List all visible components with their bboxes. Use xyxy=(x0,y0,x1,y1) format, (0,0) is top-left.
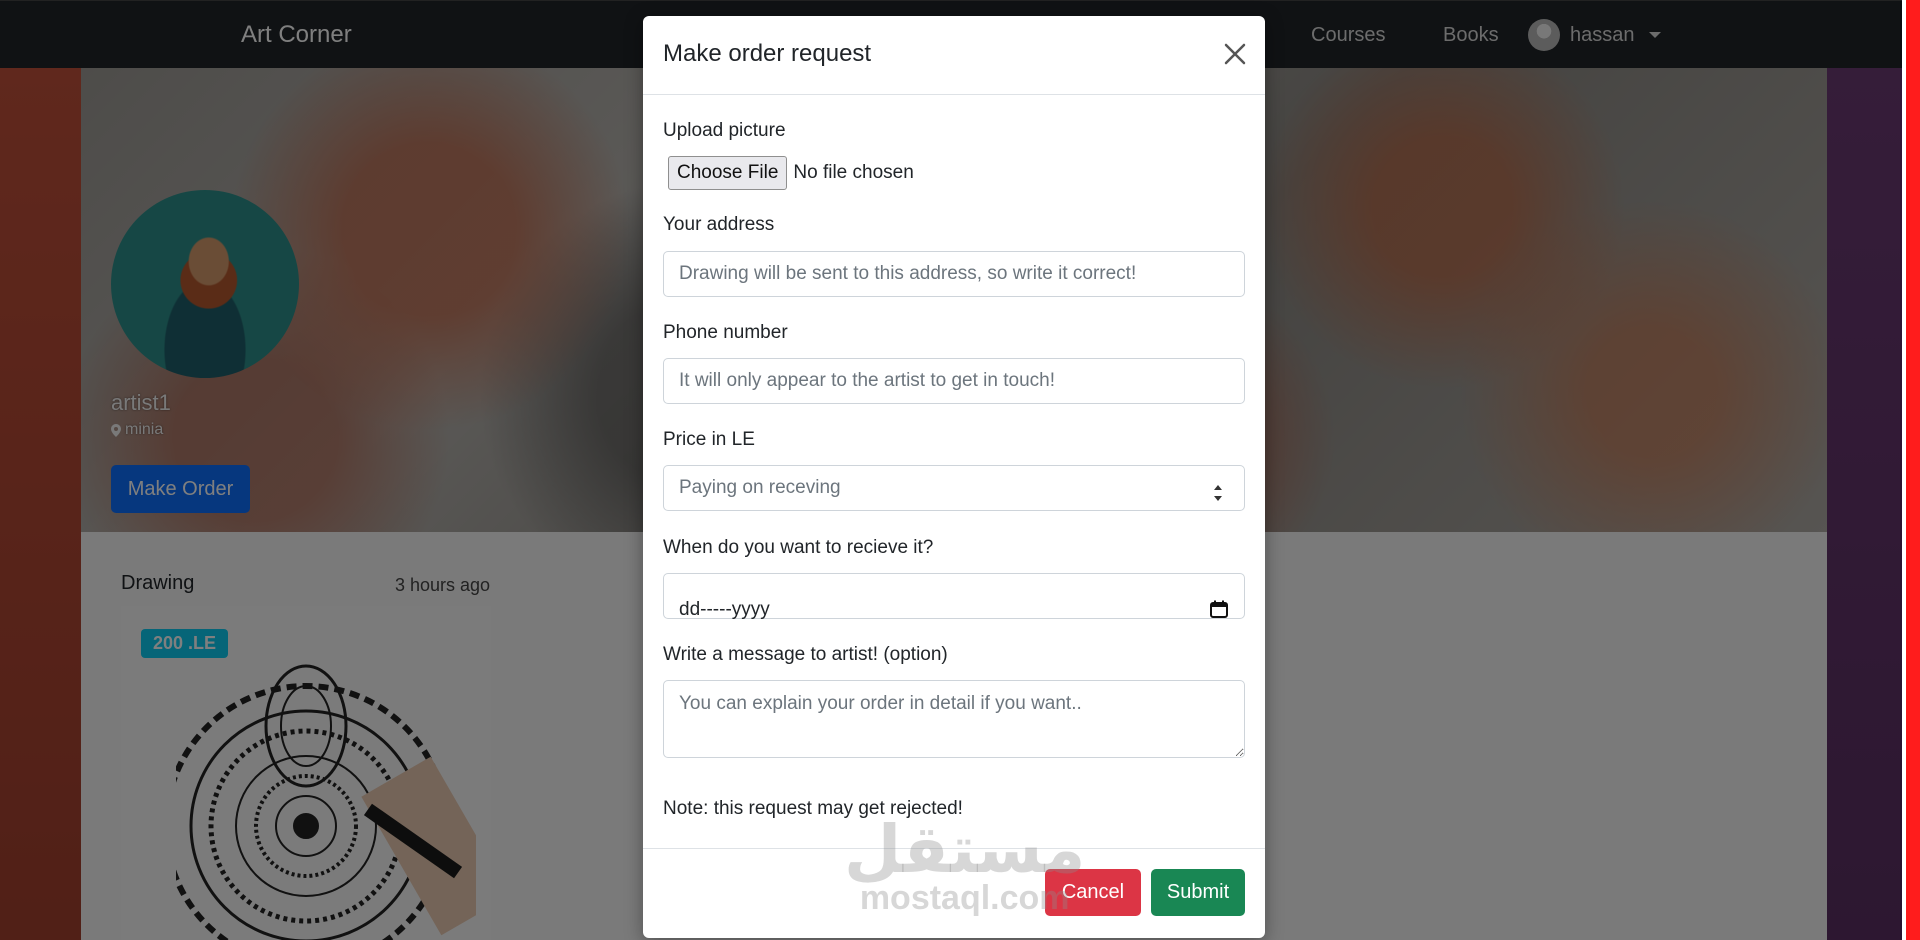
choose-file-button[interactable]: Choose File xyxy=(668,156,788,190)
date-input-value: dd-----yyyy xyxy=(679,599,770,620)
address-input[interactable] xyxy=(663,251,1245,297)
file-upload: Choose File No file chosen xyxy=(668,156,914,190)
rejection-note: Note: this request may get rejected! xyxy=(663,798,963,819)
submit-button[interactable]: Submit xyxy=(1151,869,1245,916)
window-edge-accent xyxy=(1906,0,1920,940)
order-modal: Make order request Upload picture Choose… xyxy=(643,16,1265,938)
price-input[interactable] xyxy=(663,465,1245,511)
modal-title: Make order request xyxy=(663,40,872,67)
modal-header: Make order request xyxy=(643,16,1265,95)
close-button[interactable] xyxy=(1219,38,1251,70)
cancel-button[interactable]: Cancel xyxy=(1045,869,1141,916)
message-label: Write a message to artist! (option) xyxy=(663,644,948,665)
message-textarea[interactable] xyxy=(663,680,1245,758)
close-icon xyxy=(1224,43,1246,65)
date-label: When do you want to recieve it? xyxy=(663,537,934,558)
upload-label: Upload picture xyxy=(663,120,786,141)
price-label: Price in LE xyxy=(663,429,755,450)
number-spinner-icon[interactable] xyxy=(1209,478,1227,508)
phone-label: Phone number xyxy=(663,322,788,343)
address-label: Your address xyxy=(663,214,775,235)
calendar-icon[interactable] xyxy=(1210,600,1228,618)
phone-input[interactable] xyxy=(663,358,1245,404)
file-status: No file chosen xyxy=(793,162,914,183)
